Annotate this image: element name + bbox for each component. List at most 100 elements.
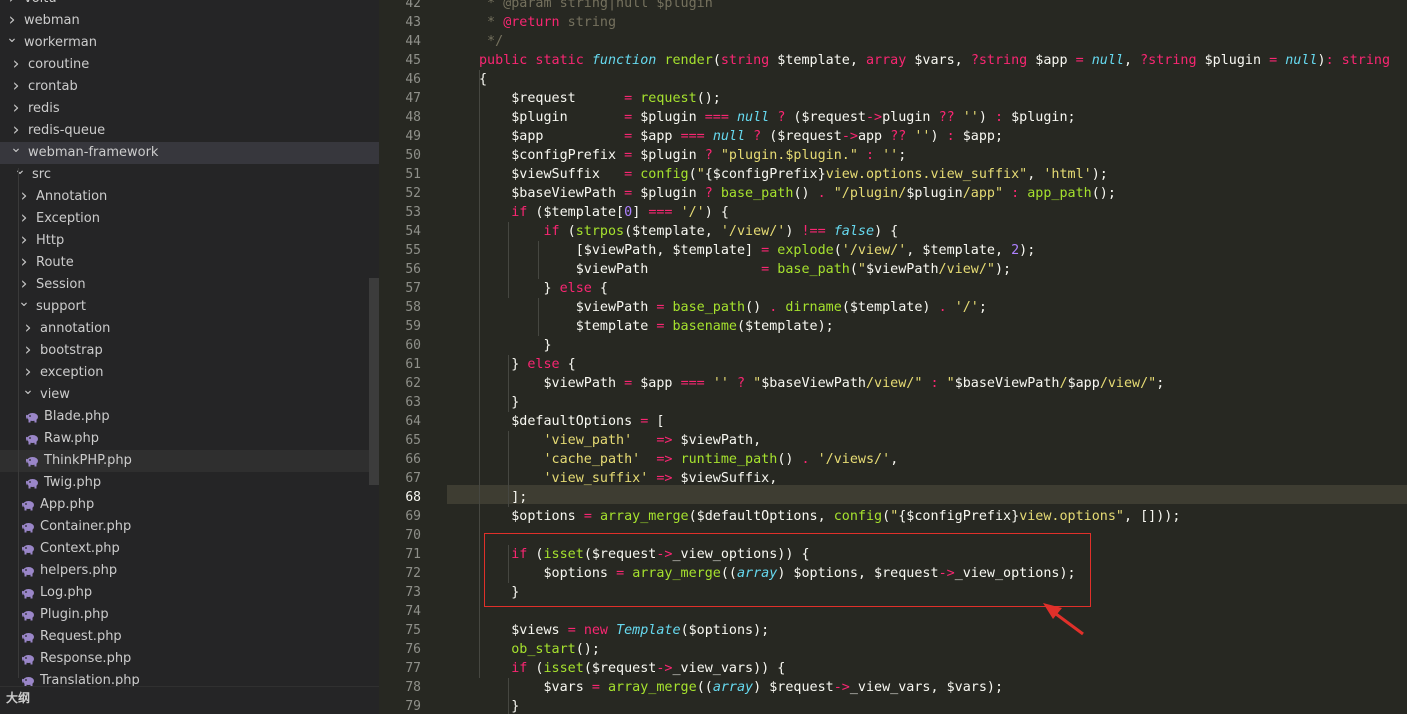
code-line[interactable]: $viewPath = base_path("$viewPath/view/")… [479, 260, 1011, 279]
chevron-right-icon[interactable]: › [9, 75, 23, 97]
tree-file-thinkphp-php[interactable]: ThinkPHP.php [0, 450, 379, 472]
tree-folder-voltu[interactable]: › voltu [0, 0, 379, 10]
code-line[interactable]: $app = $app === null ? ($request->app ??… [479, 127, 1003, 146]
tree-folder-session[interactable]: › Session [0, 274, 379, 296]
chevron-right-icon[interactable]: › [17, 251, 31, 273]
code-line[interactable]: } else { [479, 279, 608, 298]
code-token: = [567, 623, 576, 638]
chevron-down-icon[interactable]: ⌄ [13, 159, 27, 181]
code-line[interactable]: 'cache_path' => runtime_path() . '/views… [479, 450, 899, 469]
tree-folder-route[interactable]: › Route [0, 252, 379, 274]
tree-file-blade-php[interactable]: Blade.php [0, 406, 379, 428]
chevron-right-icon[interactable]: › [21, 317, 35, 339]
tree-file-container-php[interactable]: Container.php [0, 516, 379, 538]
code-line[interactable]: if (strpos($template, '/view/') !== fals… [479, 222, 899, 241]
code-line[interactable]: $request = request(); [479, 89, 721, 108]
code-token: => [656, 471, 673, 486]
code-line[interactable]: ]; [479, 488, 527, 507]
code-token: ( [882, 509, 891, 524]
code-line[interactable]: $views = new Template($options); [479, 621, 769, 640]
chevron-right-icon[interactable]: › [17, 207, 31, 229]
code-line[interactable]: 'view_suffix' => $viewSuffix, [479, 469, 778, 488]
code-token: $app; [954, 129, 1004, 144]
code-line[interactable]: [$viewPath, $template] = explode('/view/… [479, 241, 1036, 260]
tree-folder-redis[interactable]: › redis [0, 98, 379, 120]
tree-folder-exception[interactable]: › exception [0, 362, 379, 384]
chevron-right-icon[interactable]: › [9, 97, 23, 119]
outline-panel-header[interactable]: 大纲 [0, 686, 379, 714]
tree-folder-workerman[interactable]: ⌄ workerman [0, 30, 379, 54]
chevron-down-icon[interactable]: ⌄ [5, 27, 19, 49]
tree-folder-annotation[interactable]: › annotation [0, 318, 379, 340]
tree-file-context-php[interactable]: Context.php [0, 538, 379, 560]
tree-file-response-php[interactable]: Response.php [0, 648, 379, 670]
code-line[interactable]: } [479, 393, 519, 412]
code-line[interactable]: $plugin = $plugin === null ? ($request->… [479, 108, 1075, 127]
php-file-icon [26, 479, 38, 489]
tree-file-log-php[interactable]: Log.php [0, 582, 379, 604]
tree-folder-annotation[interactable]: › Annotation [0, 186, 379, 208]
php-file-icon [26, 413, 38, 423]
tree-file-helpers-php[interactable]: helpers.php [0, 560, 379, 582]
code-line[interactable]: $configPrefix = $plugin ? "plugin.$plugi… [479, 146, 906, 165]
code-token: isset [543, 661, 584, 676]
code-token: } [479, 281, 560, 296]
code-token: ); [1019, 243, 1036, 258]
chevron-right-icon[interactable]: › [21, 339, 35, 361]
code-line[interactable]: $defaultOptions = [ [479, 412, 664, 431]
tree-folder-src[interactable]: ⌄ src [0, 162, 379, 186]
code-line[interactable]: 'view_path' => $viewPath, [479, 431, 762, 450]
code-token: $plugin [1196, 53, 1270, 68]
code-line[interactable]: $viewSuffix = config("{$configPrefix}vie… [479, 165, 1108, 184]
chevron-right-icon[interactable]: › [17, 229, 31, 251]
code-line[interactable]: $viewPath = $app === '' ? "$baseViewPath… [479, 374, 1164, 393]
code-line[interactable]: ob_start(); [479, 640, 600, 659]
tree-folder-webman[interactable]: › webman [0, 10, 379, 32]
code-line[interactable]: */ [479, 32, 503, 51]
code-line[interactable]: if (isset($request->_view_vars)) { [479, 659, 785, 678]
code-line[interactable]: * @param string|null $plugin [479, 0, 713, 13]
chevron-down-icon[interactable]: ⌄ [21, 379, 35, 401]
code-token: $app [479, 129, 625, 144]
code-token: ($template); [737, 319, 834, 334]
chevron-right-icon[interactable]: › [17, 185, 31, 207]
tree-folder-redis-queue[interactable]: › redis-queue [0, 120, 379, 142]
tree-file-request-php[interactable]: Request.php [0, 626, 379, 648]
code-line[interactable]: } [479, 336, 551, 355]
tree-file-raw-php[interactable]: Raw.php [0, 428, 379, 450]
tree-folder-view[interactable]: ⌄ view [0, 382, 379, 406]
tree-folder-http[interactable]: › Http [0, 230, 379, 252]
line-number: 62 [405, 376, 421, 391]
code-token: $template, [769, 53, 866, 68]
code-line[interactable]: $baseViewPath = $plugin ? base_path() . … [479, 184, 1116, 203]
chevron-right-icon[interactable]: › [5, 0, 19, 9]
code-line[interactable]: $template = basename($template); [479, 317, 834, 336]
chevron-right-icon[interactable]: › [9, 53, 23, 75]
code-line[interactable]: $options = array_merge($defaultOptions, … [479, 507, 1180, 526]
tree-folder-exception[interactable]: › Exception [0, 208, 379, 230]
code-line[interactable]: } else { [479, 355, 576, 374]
chevron-down-icon[interactable]: ⌄ [17, 291, 31, 313]
code-line[interactable]: if ($template[0] === '/') { [479, 203, 729, 222]
code-line[interactable]: } [479, 697, 519, 714]
tree-item-label: crontab [28, 79, 78, 94]
tree-folder-support[interactable]: ⌄ support [0, 294, 379, 318]
tree-file-twig-php[interactable]: Twig.php [0, 472, 379, 494]
tree-file-app-php[interactable]: App.php [0, 494, 379, 516]
code-line[interactable]: { [479, 70, 487, 89]
code-line[interactable]: * @return string [479, 13, 616, 32]
sidebar-scrollbar[interactable] [369, 278, 379, 485]
tree-folder-crontab[interactable]: › crontab [0, 76, 379, 98]
tree-file-plugin-php[interactable]: Plugin.php [0, 604, 379, 626]
tree-folder-coroutine[interactable]: › coroutine [0, 54, 379, 76]
code-line[interactable]: public static function render(string $te… [479, 51, 1390, 70]
code-line[interactable]: $vars = array_merge((array) $request->_v… [479, 678, 1003, 697]
code-line[interactable]: $viewPath = base_path() . dirname($templ… [479, 298, 987, 317]
tree-folder-webman-framework[interactable]: ⌄ webman-framework [0, 140, 379, 164]
tree-folder-bootstrap[interactable]: › bootstrap [0, 340, 379, 362]
chevron-down-icon[interactable]: ⌄ [9, 137, 23, 159]
